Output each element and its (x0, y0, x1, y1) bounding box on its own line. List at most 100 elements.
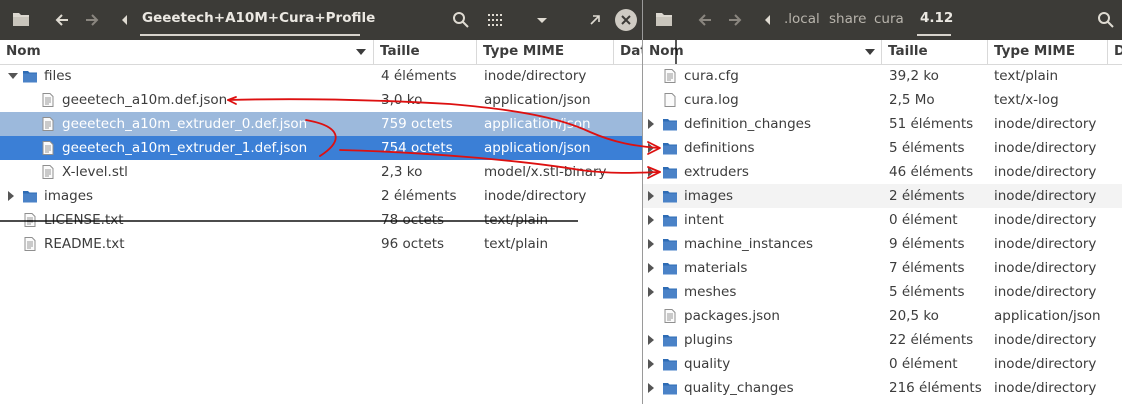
file-size: 96 octets (381, 236, 445, 252)
breadcrumb-current[interactable]: Geeetech+A10M+Cura+Profile (142, 10, 375, 26)
forward-arrow-icon[interactable] (80, 9, 102, 31)
column-date-header[interactable]: Date (614, 40, 642, 64)
text-file-icon (42, 117, 54, 131)
expander-collapsed-icon[interactable] (648, 335, 654, 345)
file-row[interactable]: quality 0 élément inode/directory (643, 352, 1122, 376)
column-name-header[interactable]: Nom (0, 40, 374, 64)
search-icon[interactable] (450, 9, 472, 31)
folder-icon (23, 71, 37, 83)
text-file-icon (42, 165, 54, 179)
expander-collapsed-icon[interactable] (648, 119, 654, 129)
file-type: inode/directory (994, 164, 1097, 180)
sort-desc-icon (356, 49, 366, 55)
expander-collapsed-icon[interactable] (648, 359, 654, 369)
column-type-header[interactable]: Type MIME (477, 40, 614, 64)
file-row[interactable]: files 4 éléments inode/directory (0, 64, 642, 88)
folder-icon (663, 335, 677, 347)
file-row[interactable]: plugins 22 éléments inode/directory (643, 328, 1122, 352)
back-arrow-icon[interactable] (52, 9, 74, 31)
file-row[interactable]: definitions 5 éléments inode/directory (643, 136, 1122, 160)
file-size: 9 éléments (889, 236, 965, 252)
file-row[interactable]: geeetech_a10m_extruder_1.def.json 754 oct… (0, 136, 642, 160)
right-titlebar: .local share cura 4.12 (643, 0, 1122, 40)
file-row[interactable]: quality_changes 216 éléments inode/directo… (643, 376, 1122, 400)
breadcrumb-part-cura[interactable]: cura (874, 11, 904, 27)
right-column-header: Nom Taille Type MIME Date (643, 40, 1122, 65)
file-type: inode/directory (994, 260, 1097, 276)
column-size-header[interactable]: Taille (374, 40, 477, 64)
expander-collapsed-icon[interactable] (648, 143, 654, 153)
right-file-window: .local share cura 4.12 Nom Taille Type M… (643, 0, 1122, 404)
file-row[interactable]: geeetech_a10m.def.json 3,0 ko application/… (0, 88, 642, 112)
grid-view-icon[interactable] (484, 9, 506, 31)
file-name: definition_changes (684, 116, 812, 132)
file-row[interactable]: machine_instances 9 éléments inode/directo… (643, 232, 1122, 256)
view-options-icon[interactable] (531, 9, 553, 31)
file-name: machine_instances (684, 236, 813, 252)
expander-collapsed-icon[interactable] (648, 383, 654, 393)
file-name: geeetech_a10m_extruder_1.def.json (62, 140, 308, 156)
expander-collapsed-icon[interactable] (648, 215, 654, 225)
file-name: images (44, 188, 94, 204)
expander-collapsed-icon[interactable] (648, 167, 654, 177)
file-type: inode/directory (994, 140, 1097, 156)
file-type: text/plain (484, 236, 549, 252)
folder-app-icon (13, 13, 29, 26)
close-icon (621, 15, 631, 25)
file-name: extruders (684, 164, 749, 180)
file-row[interactable]: X-level.stl 2,3 ko model/x.stl-binary (0, 160, 642, 184)
expander-collapsed-icon[interactable] (648, 239, 654, 249)
file-row[interactable]: images 2 éléments inode/directory (0, 184, 642, 208)
column-size-header[interactable]: Taille (882, 40, 988, 64)
expander-expanded-icon[interactable] (8, 73, 18, 79)
file-name: files (44, 68, 72, 84)
forward-arrow-icon[interactable] (723, 9, 745, 31)
file-row[interactable]: geeetech_a10m_extruder_0.def.json 759 oct… (0, 112, 642, 136)
file-type: inode/directory (994, 380, 1097, 396)
expander-collapsed-icon[interactable] (648, 263, 654, 273)
file-size: 0 élément (889, 356, 958, 372)
text-file-icon (24, 213, 36, 227)
file-row[interactable]: intent 0 élément inode/directory (643, 208, 1122, 232)
folder-icon (663, 119, 677, 131)
breadcrumb-part-share[interactable]: share (829, 11, 866, 27)
file-row[interactable]: definition_changes 51 éléments inode/direc… (643, 112, 1122, 136)
file-row[interactable]: packages.json 20,5 ko application/json (643, 304, 1122, 328)
search-icon[interactable] (1095, 9, 1117, 31)
file-type: application/json (994, 308, 1101, 324)
back-arrow-icon[interactable] (695, 9, 717, 31)
expander-collapsed-icon[interactable] (648, 191, 654, 201)
file-type: inode/directory (484, 68, 587, 84)
file-row[interactable]: meshes 5 éléments inode/directory (643, 280, 1122, 304)
column-size-label: Taille (888, 43, 928, 59)
file-size: 7 éléments (889, 260, 965, 276)
column-name-header[interactable]: Nom (643, 40, 882, 64)
expander-collapsed-icon[interactable] (648, 287, 654, 297)
text-file-icon (664, 309, 676, 323)
breadcrumb-part-local[interactable]: .local (784, 11, 820, 27)
file-row[interactable]: cura.cfg 39,2 ko text/plain (643, 64, 1122, 88)
column-date-header[interactable]: Date (1108, 40, 1122, 64)
file-row[interactable]: README.txt 96 octets text/plain (0, 232, 642, 256)
file-size: 20,5 ko (889, 308, 939, 324)
file-row[interactable]: extruders 46 éléments inode/directory (643, 160, 1122, 184)
breadcrumb-left-icon[interactable] (114, 9, 136, 31)
file-type: text/x-log (994, 92, 1059, 108)
file-name: cura.log (684, 92, 739, 108)
file-row[interactable]: materials 7 éléments inode/directory (643, 256, 1122, 280)
close-button[interactable] (615, 9, 637, 31)
column-type-label: Type MIME (994, 43, 1076, 59)
left-column-header: Nom Taille Type MIME Date (0, 40, 642, 65)
file-row[interactable]: images 2 éléments inode/directory (643, 184, 1122, 208)
column-type-header[interactable]: Type MIME (988, 40, 1108, 64)
file-name: quality (684, 356, 731, 372)
file-size: 2 éléments (889, 188, 965, 204)
folder-icon (663, 287, 677, 299)
expander-collapsed-icon[interactable] (8, 191, 14, 201)
file-size: 2 éléments (381, 188, 457, 204)
minimize-icon[interactable] (584, 9, 606, 31)
breadcrumb-left-icon[interactable] (757, 9, 779, 31)
file-row[interactable]: LICENSE.txt 78 octets text/plain (0, 208, 642, 232)
breadcrumb-current[interactable]: 4.12 (920, 10, 953, 26)
file-row[interactable]: cura.log 2,5 Mo text/x-log (643, 88, 1122, 112)
